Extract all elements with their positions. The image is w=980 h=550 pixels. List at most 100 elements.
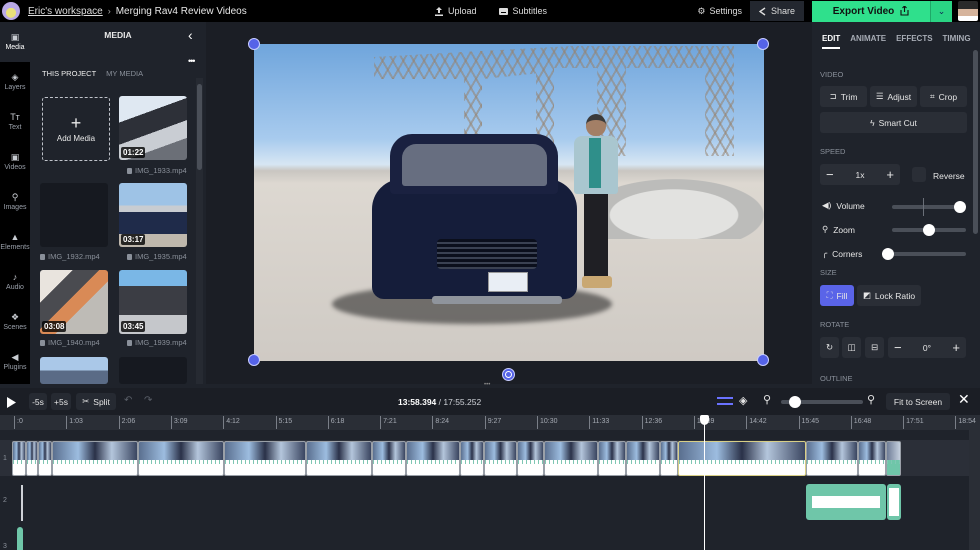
tab-effects[interactable]: EFFECTS (896, 34, 932, 49)
media-item[interactable]: 03:45 (119, 270, 187, 334)
redo-button[interactable]: ↷ (144, 395, 152, 406)
rail-item-layers[interactable]: ◈ Layers (0, 62, 30, 102)
flip-vertical-button[interactable]: ⊟ (865, 337, 884, 358)
crop-button[interactable]: ⌗ Crop (920, 86, 967, 107)
timeline-clip[interactable] (224, 441, 306, 476)
audio-clip[interactable] (887, 484, 901, 520)
timeline-clip[interactable] (138, 441, 224, 476)
media-scrollbar[interactable] (197, 84, 202, 170)
rail-item-media[interactable]: ▣ Media (0, 22, 30, 62)
add-media-button[interactable]: + Add Media (42, 97, 110, 161)
zoom-in-icon[interactable]: ⚲ (867, 393, 875, 406)
rotation-increase-button[interactable]: + (952, 340, 960, 355)
rail-item-plugins[interactable]: ◀ Plugins (0, 342, 30, 382)
timeline-clip[interactable] (460, 441, 484, 476)
rotate-button[interactable]: ↻ (820, 337, 839, 358)
rotate-handle[interactable] (502, 368, 515, 381)
rail-item-images[interactable]: ⚲ Images (0, 182, 30, 222)
tab-animate[interactable]: ANIMATE (850, 34, 886, 49)
media-item[interactable]: 01:22 (119, 96, 187, 160)
collapse-panel-button[interactable]: ‹ (188, 27, 193, 43)
timeline-clip[interactable] (598, 441, 626, 476)
skip-back-button[interactable]: -5s (29, 393, 47, 410)
timeline-clip[interactable] (406, 441, 460, 476)
media-item[interactable]: 03:17 (119, 183, 187, 247)
workspace-link[interactable]: Eric's workspace (28, 6, 103, 17)
user-avatar[interactable] (958, 1, 978, 21)
rail-item-scenes[interactable]: ❖ Scenes (0, 302, 30, 342)
timeline-clip[interactable] (12, 441, 26, 476)
tab-edit[interactable]: EDIT (822, 34, 841, 49)
timeline-clip[interactable] (372, 441, 406, 476)
audio-clip[interactable] (806, 484, 886, 520)
speed-increase-button[interactable]: + (886, 167, 894, 182)
timeline-clip[interactable] (858, 441, 886, 476)
resize-handle-top-left[interactable] (248, 38, 260, 50)
media-item[interactable] (40, 357, 108, 384)
timeline-clip[interactable] (626, 441, 660, 476)
split-button[interactable]: ✂ Split (76, 393, 116, 410)
rail-item-audio[interactable]: ♪ Audio (0, 262, 30, 302)
media-item[interactable]: 03:08 (40, 270, 108, 334)
project-title[interactable]: Merging Rav4 Review Videos (116, 6, 247, 17)
tab-timing[interactable]: TIMING (943, 34, 971, 49)
video-preview[interactable] (254, 44, 764, 361)
smart-cut-button[interactable]: ϟ Smart Cut (820, 112, 967, 133)
fill-button[interactable]: ⛶ Fill (820, 285, 854, 306)
media-item[interactable] (119, 357, 187, 384)
track-3-clip[interactable] (17, 527, 23, 550)
rail-item-videos[interactable]: ▣ Videos (0, 142, 30, 182)
properties-scrollbar[interactable] (973, 50, 978, 234)
corners-slider-knob[interactable] (882, 248, 894, 260)
panel-resize-grip[interactable]: ••• (484, 382, 494, 388)
rail-item-elements[interactable]: ▲ Elements (0, 222, 30, 262)
timeline-clip[interactable] (678, 441, 806, 476)
speed-decrease-button[interactable]: − (826, 167, 834, 182)
playhead-line[interactable] (704, 415, 705, 550)
timeline-ruler[interactable]: :0 1:03 2:06 3:09 4:12 5:15 6:18 7:21 8:24 9:27 10… (0, 415, 980, 430)
zoom-slider-knob[interactable] (923, 224, 935, 236)
flip-horizontal-button[interactable]: ◫ (842, 337, 861, 358)
timeline-clip[interactable] (38, 441, 52, 476)
timeline-clip[interactable] (517, 441, 544, 476)
timeline-clip[interactable] (544, 441, 598, 476)
settings-button[interactable]: ⚙ Settings (697, 6, 742, 17)
resize-handle-bottom-left[interactable] (248, 354, 260, 366)
skip-forward-button[interactable]: +5s (51, 393, 71, 410)
playhead-handle[interactable] (700, 415, 709, 425)
adjust-button[interactable]: ☰ Adjust (870, 86, 917, 107)
share-button[interactable]: Share (749, 1, 804, 21)
tab-my-media[interactable]: MY MEDIA (106, 69, 143, 78)
export-video-button[interactable]: Export Video (812, 0, 930, 22)
snap-toggle-icon[interactable] (717, 397, 733, 405)
timeline-clip[interactable] (26, 441, 38, 476)
timeline-clip[interactable] (660, 441, 678, 476)
tab-this-project[interactable]: THIS PROJECT (42, 69, 96, 78)
rail-item-text[interactable]: Tт Text (0, 102, 30, 142)
timeline-clip[interactable] (886, 441, 901, 476)
reverse-checkbox[interactable] (912, 167, 926, 182)
close-timeline-icon[interactable]: ✕ (958, 391, 970, 408)
corners-slider[interactable] (882, 252, 966, 256)
play-button[interactable] (7, 395, 16, 413)
zoom-out-icon[interactable]: ⚲ (763, 393, 771, 406)
resize-handle-bottom-right[interactable] (757, 354, 769, 366)
trim-button[interactable]: ⊐ Trim (820, 86, 867, 107)
timeline-clip[interactable] (52, 441, 138, 476)
timeline-clip[interactable] (306, 441, 372, 476)
lock-ratio-button[interactable]: ◩ Lock Ratio (857, 285, 921, 306)
resize-handle-top-right[interactable] (757, 38, 769, 50)
media-item[interactable] (40, 183, 108, 247)
export-options-button[interactable]: ⌄ (930, 0, 952, 22)
timeline-clip[interactable] (806, 441, 858, 476)
more-options-icon[interactable]: ••• (188, 56, 196, 66)
fit-to-screen-button[interactable]: Fit to Screen (886, 393, 950, 410)
undo-button[interactable]: ↶ (124, 395, 132, 406)
workspace-avatar[interactable] (2, 2, 20, 20)
rotation-decrease-button[interactable]: − (894, 340, 902, 355)
timeline-scrollbar[interactable] (969, 430, 980, 550)
subtitles-button[interactable]: Subtitles (498, 6, 547, 16)
timeline-clip[interactable] (484, 441, 517, 476)
volume-slider-knob[interactable] (954, 201, 967, 213)
track-2-marker[interactable] (21, 485, 23, 521)
